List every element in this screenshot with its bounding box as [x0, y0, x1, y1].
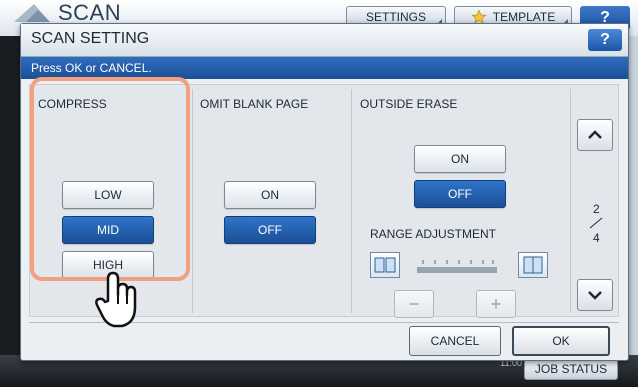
- range-plus-button[interactable]: +: [476, 290, 516, 318]
- dialog-title: SCAN SETTING: [31, 30, 150, 47]
- scan-logo-icon: [14, 4, 50, 22]
- instruction-text: Press OK or CANCEL.: [31, 61, 152, 75]
- omit-blank-on-label: ON: [261, 188, 279, 202]
- chevron-up-icon: [588, 130, 602, 139]
- minus-icon: −: [408, 293, 420, 314]
- help-icon: ?: [600, 31, 610, 48]
- outside-erase-label: OUTSIDE ERASE: [360, 97, 458, 111]
- compress-highlight-frame: [30, 77, 190, 281]
- dialog-help-button[interactable]: ?: [588, 29, 622, 51]
- dialog-title-bar: SCAN SETTING ?: [21, 24, 628, 57]
- chevron-down-icon: [588, 291, 602, 300]
- plus-icon: +: [490, 293, 502, 314]
- cancel-label: CANCEL: [430, 334, 480, 348]
- range-slider[interactable]: [417, 256, 497, 276]
- omit-blank-off-button[interactable]: OFF: [224, 216, 316, 244]
- job-status-button[interactable]: JOB STATUS: [524, 358, 618, 380]
- page-current: 2: [593, 202, 600, 216]
- range-minus-button[interactable]: −: [394, 290, 434, 318]
- column-divider: [192, 89, 193, 313]
- column-divider: [570, 89, 571, 313]
- omit-blank-off-label: OFF: [258, 223, 282, 237]
- book-closed-icon: [370, 252, 400, 278]
- settings-label: SETTINGS: [365, 10, 426, 24]
- outside-erase-on-label: ON: [451, 152, 469, 166]
- book-open-icon: [518, 252, 548, 278]
- omit-blank-on-button[interactable]: ON: [224, 181, 316, 209]
- ok-label: OK: [552, 334, 570, 348]
- page-up-button[interactable]: [577, 119, 613, 151]
- omit-blank-page-label: OMIT BLANK PAGE: [200, 97, 309, 111]
- range-adjustment-label: RANGE ADJUSTMENT: [370, 227, 497, 241]
- outside-erase-off-label: OFF: [448, 187, 472, 201]
- column-divider: [351, 89, 352, 313]
- instruction-bar: Press OK or CANCEL.: [21, 57, 628, 79]
- outside-erase-on-button[interactable]: ON: [414, 145, 506, 173]
- page-total: 4: [593, 231, 600, 245]
- outside-erase-off-button[interactable]: OFF: [414, 180, 506, 208]
- ok-button[interactable]: OK: [512, 326, 610, 356]
- cancel-button[interactable]: CANCEL: [409, 326, 501, 356]
- hand-pointer-icon: [95, 271, 137, 328]
- template-label: TEMPLATE: [492, 10, 556, 24]
- page-separator-icon: [589, 217, 603, 229]
- job-status-label: JOB STATUS: [534, 362, 608, 376]
- page-down-button[interactable]: [577, 279, 613, 311]
